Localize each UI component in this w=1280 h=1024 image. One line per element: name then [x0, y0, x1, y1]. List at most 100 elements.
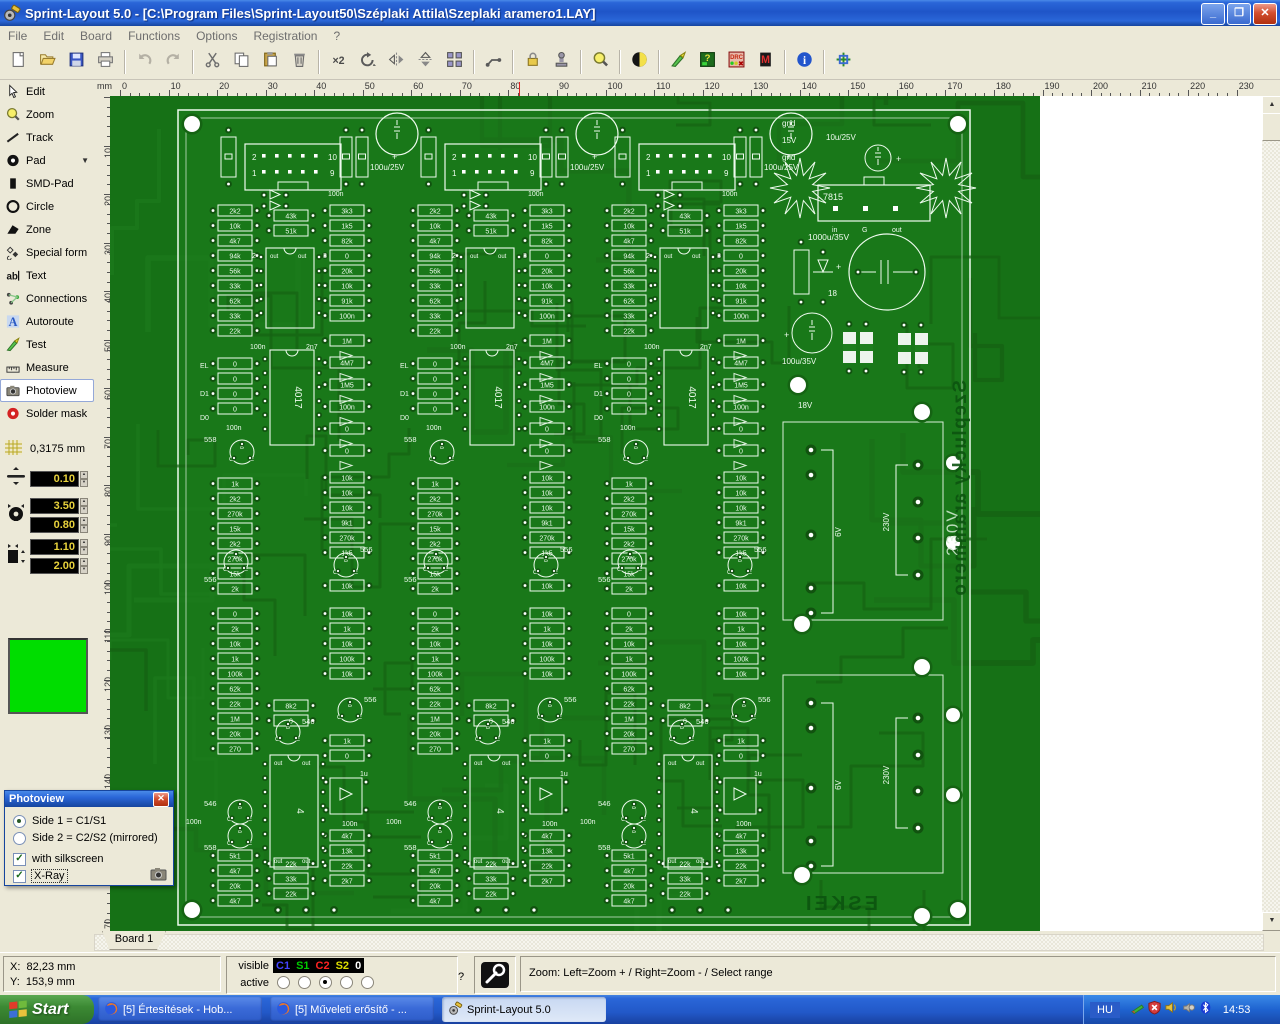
- tray-volume-icon[interactable]: [1164, 1000, 1179, 1020]
- photoview-dialog-titlebar[interactable]: Photoview ✕: [5, 791, 173, 807]
- menu-item-board[interactable]: Board: [72, 29, 120, 43]
- side1-radio[interactable]: [13, 814, 26, 828]
- tool-measure[interactable]: Measure: [0, 356, 94, 379]
- tool-special-form[interactable]: Special form: [0, 241, 94, 264]
- layer-visibility[interactable]: C1 S1 C2 S2 0: [273, 958, 365, 973]
- restore-button[interactable]: ❐: [1227, 3, 1251, 25]
- test-button[interactable]: [665, 49, 692, 76]
- menu-item-registration[interactable]: Registration: [245, 29, 325, 43]
- tool-solder-mask[interactable]: Solder mask: [0, 402, 94, 425]
- menu-item-edit[interactable]: Edit: [35, 29, 72, 43]
- redo-button[interactable]: [160, 49, 187, 76]
- side2-radio[interactable]: [13, 831, 26, 845]
- active-layer-radio-0[interactable]: [361, 976, 374, 989]
- smd-width-value[interactable]: 1.10: [30, 539, 79, 555]
- flipv-button[interactable]: [412, 49, 439, 76]
- photoview-close-button[interactable]: ✕: [153, 791, 169, 807]
- tray-tablet-icon[interactable]: [1130, 1000, 1145, 1020]
- print-button[interactable]: [92, 49, 119, 76]
- cut-button[interactable]: [199, 49, 226, 76]
- node-button[interactable]: [480, 49, 507, 76]
- macro-button[interactable]: M: [752, 49, 779, 76]
- tool-zoom[interactable]: Zoom: [0, 103, 94, 126]
- minimize-button[interactable]: _: [1201, 3, 1225, 25]
- active-layer-radio-C2[interactable]: [319, 976, 332, 989]
- pcb-canvas[interactable]: 2 10 1 9 +100u/25V 2k2 10k 4k7 94k 56k 33k 62k 33k 22…: [110, 96, 1262, 931]
- lock-button[interactable]: [519, 49, 546, 76]
- layer-active-radios[interactable]: [273, 976, 378, 989]
- origin-button[interactable]: [830, 49, 857, 76]
- tool-connections[interactable]: Connections: [0, 287, 94, 310]
- scroll-down-button[interactable]: ▼: [1262, 912, 1280, 931]
- smd-height-value[interactable]: 2.00: [30, 558, 79, 574]
- start-button[interactable]: Start: [0, 995, 94, 1024]
- silkscreen-checkbox[interactable]: ✓: [13, 852, 26, 866]
- smd-width-spinner[interactable]: ▲ ▼: [80, 539, 88, 555]
- layer-C2[interactable]: C2: [316, 960, 330, 972]
- layer-S2[interactable]: S2: [336, 960, 349, 972]
- tool-track[interactable]: Track: [0, 126, 94, 149]
- close-button[interactable]: ✕: [1253, 3, 1277, 25]
- active-layer-radio-C1[interactable]: [277, 976, 290, 989]
- pad-drill-value[interactable]: 0.80: [30, 517, 79, 533]
- pattern-button[interactable]: [441, 49, 468, 76]
- open-button[interactable]: [34, 49, 61, 76]
- save-button[interactable]: [63, 49, 90, 76]
- tool-smd-pad[interactable]: SMD-Pad: [0, 172, 94, 195]
- language-indicator[interactable]: HU: [1090, 1001, 1120, 1018]
- layer-help[interactable]: ?: [458, 971, 464, 983]
- active-layer-radio-S1[interactable]: [298, 976, 311, 989]
- undo-button[interactable]: [131, 49, 158, 76]
- pad-outer-value[interactable]: 3.50: [30, 498, 79, 514]
- track-width-spinner[interactable]: ▲ ▼: [80, 470, 88, 487]
- tab-board-1[interactable]: Board 1: [102, 931, 166, 950]
- xray-checkbox[interactable]: ✓: [13, 869, 26, 883]
- tool-text[interactable]: ab Text: [0, 264, 94, 287]
- task-button-1[interactable]: [5] Műveleti erősítő - ...: [270, 997, 434, 1022]
- layer-C1[interactable]: C1: [276, 960, 290, 972]
- task-button-0[interactable]: [5] Értesítések - Hob...: [98, 997, 262, 1022]
- chevron-down-icon[interactable]: ▼: [81, 156, 89, 165]
- track-width-value[interactable]: 0.10: [30, 470, 79, 487]
- task-button-2[interactable]: Sprint-Layout 5.0: [442, 997, 606, 1022]
- tool-autoroute[interactable]: A Autoroute: [0, 310, 94, 333]
- layer-0[interactable]: 0: [355, 960, 361, 972]
- layer-color-swatch[interactable]: [8, 638, 88, 714]
- tool-edit[interactable]: Edit: [0, 80, 94, 103]
- tray-bluetooth-icon[interactable]: [1198, 1000, 1213, 1020]
- auto-button[interactable]: ?: [694, 49, 721, 76]
- menu-item-?[interactable]: ?: [325, 29, 348, 43]
- new-button[interactable]: [5, 49, 32, 76]
- drc-button[interactable]: DRC: [723, 49, 750, 76]
- menu-item-options[interactable]: Options: [188, 29, 245, 43]
- fliph-button[interactable]: [383, 49, 410, 76]
- tool-photoview[interactable]: Photoview: [0, 379, 94, 402]
- smd-height-spinner[interactable]: ▲ ▼: [80, 558, 88, 574]
- tray-audio-icon[interactable]: [1181, 1000, 1196, 1020]
- grid-setting[interactable]: 0,3175 mm: [0, 439, 94, 459]
- tool-test[interactable]: Test: [0, 333, 94, 356]
- tool-zone[interactable]: Zone: [0, 218, 94, 241]
- copy-button[interactable]: [228, 49, 255, 76]
- active-layer-radio-S2[interactable]: [340, 976, 353, 989]
- pcb-photoview-render[interactable]: 2 101 9+100u/25V2k210k4k794k56k33k62k33k22…: [110, 96, 1262, 931]
- layer-S1[interactable]: S1: [296, 960, 309, 972]
- horizontal-scrollbar[interactable]: [94, 934, 1264, 951]
- tool-circle[interactable]: Circle: [0, 195, 94, 218]
- tool-pad[interactable]: Pad ▼: [0, 149, 94, 172]
- menu-item-functions[interactable]: Functions: [120, 29, 188, 43]
- delete-button[interactable]: [286, 49, 313, 76]
- rotate-button[interactable]: [354, 49, 381, 76]
- pad-drill-spinner[interactable]: ▲ ▼: [80, 517, 88, 533]
- photoview-button[interactable]: [626, 49, 653, 76]
- tray-security-icon[interactable]: [1147, 1000, 1162, 1020]
- paste-button[interactable]: [257, 49, 284, 76]
- vertical-scroll-thumb[interactable]: [1262, 113, 1280, 141]
- stamp-button[interactable]: [548, 49, 575, 76]
- vertical-scrollbar[interactable]: ▲ ▼: [1262, 96, 1280, 931]
- pad-outer-spinner[interactable]: ▲ ▼: [80, 498, 88, 514]
- x2-button[interactable]: ×2: [325, 49, 352, 76]
- zoom-button[interactable]: [587, 49, 614, 76]
- info-button[interactable]: i: [791, 49, 818, 76]
- menu-item-file[interactable]: File: [0, 29, 35, 43]
